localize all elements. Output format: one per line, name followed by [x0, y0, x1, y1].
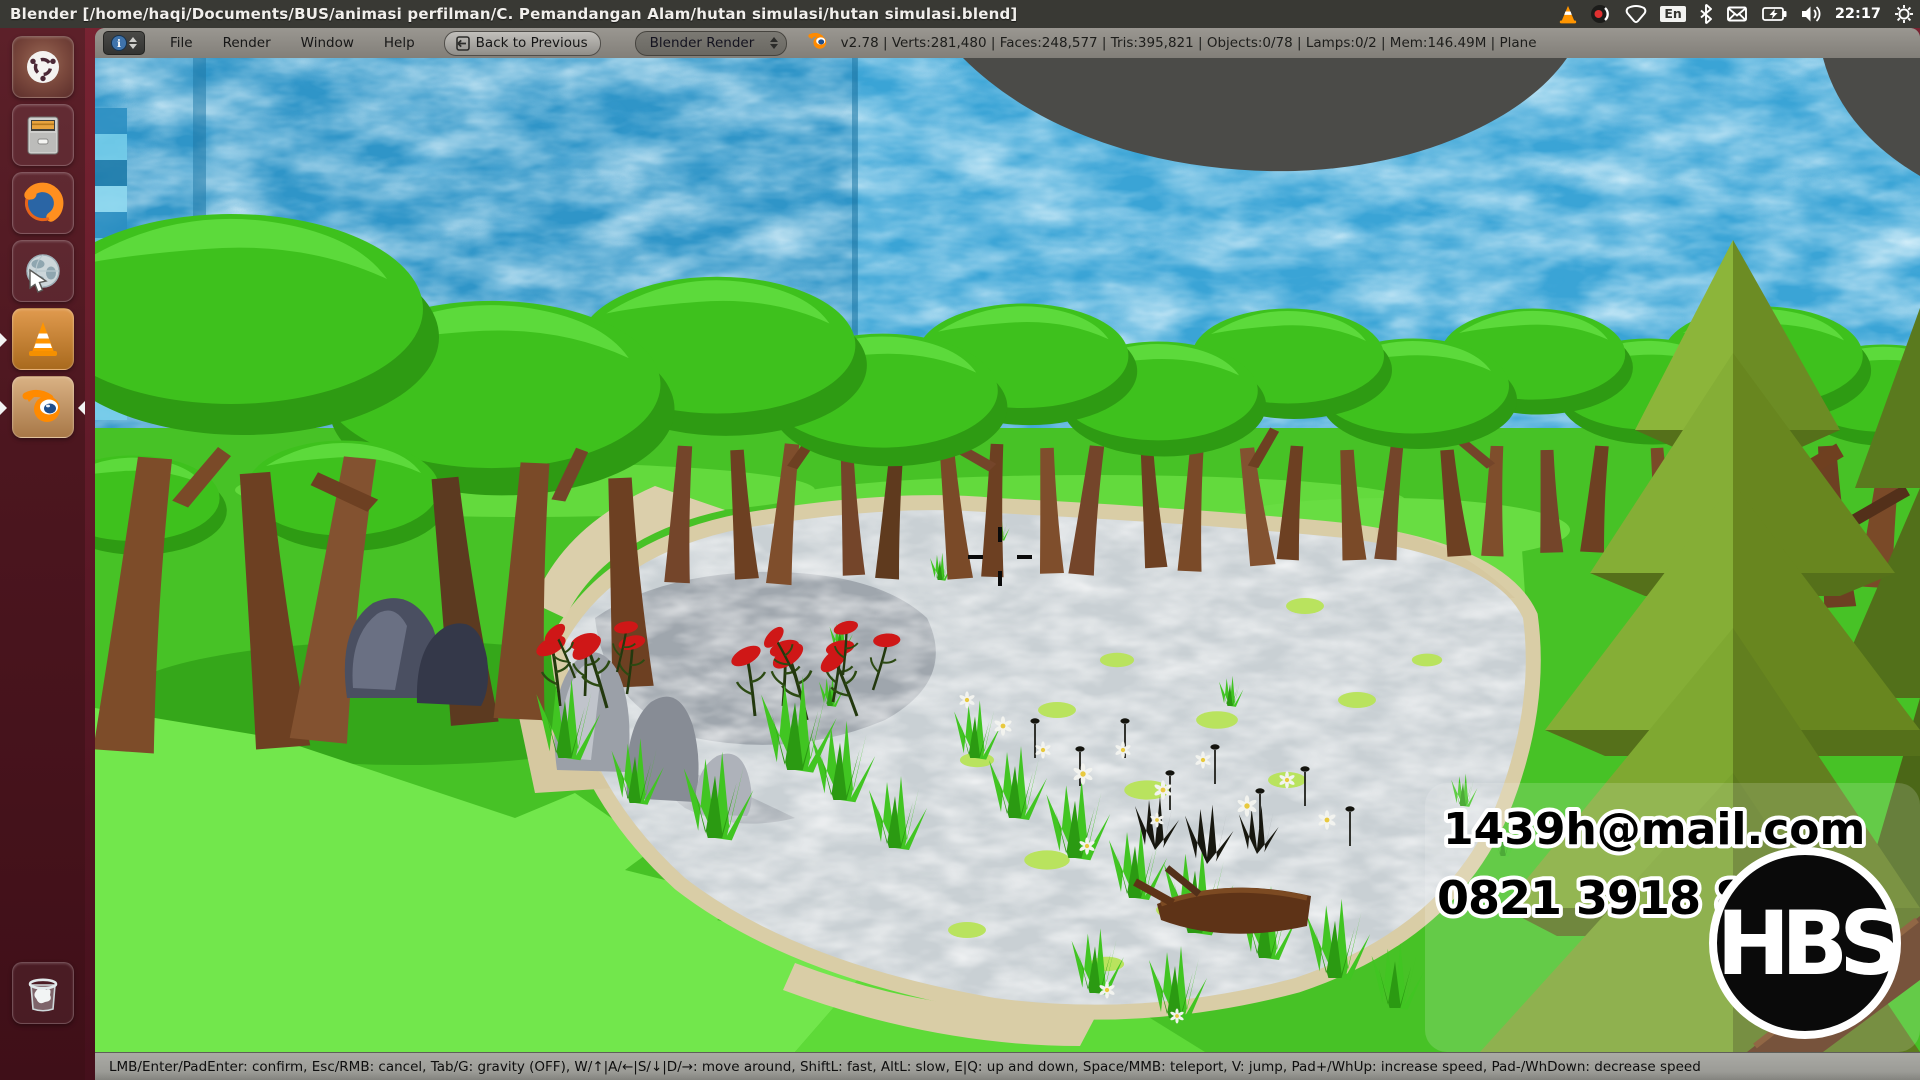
system-title-bar: Blender [/home/haqi/Documents/BUS/animas… — [0, 0, 1920, 28]
menu-window[interactable]: Window — [286, 28, 369, 58]
blender-logo-icon — [805, 30, 831, 56]
launcher-item-firefox[interactable] — [12, 172, 74, 234]
desktop: Blender [/home/haqi/Documents/BUS/animas… — [0, 0, 1920, 1080]
ubuntu-dash-icon — [27, 51, 59, 83]
back-to-previous-button[interactable]: Back to Previous — [443, 30, 601, 56]
vlc-cone-icon[interactable] — [1559, 4, 1577, 24]
launcher-item-remote-viewer[interactable] — [12, 240, 74, 302]
unity-launcher — [0, 28, 85, 1080]
menu-file[interactable]: File — [155, 28, 208, 58]
system-tray: En 22:17 — [1559, 0, 1914, 28]
vlc-icon — [29, 322, 57, 356]
mail-icon[interactable] — [1726, 4, 1748, 24]
running-pip — [0, 333, 7, 347]
back-button-label: Back to Previous — [475, 35, 588, 51]
viewport-3d[interactable]: 1439h@mail.com 0821 3918 8705 HBS — [95, 58, 1920, 1052]
walk-mode-help-text: LMB/Enter/PadEnter: confirm, Esc/RMB: ca… — [109, 1058, 1701, 1075]
clock-text[interactable]: 22:17 — [1835, 6, 1881, 22]
active-pip-right — [78, 401, 85, 415]
dropdown-arrows-icon — [769, 37, 778, 49]
render-engine-dropdown[interactable]: Blender Render — [634, 30, 787, 56]
render-engine-value: Blender Render — [649, 35, 755, 51]
editor-type-selector[interactable]: i — [103, 31, 145, 55]
blender-info-bar: i File Render Window Help Back to Previo… — [95, 28, 1920, 59]
volume-icon[interactable] — [1800, 4, 1822, 24]
launcher-item-blender[interactable] — [12, 376, 74, 438]
keyboard-layout-badge[interactable]: En — [1660, 6, 1686, 22]
bluetooth-icon[interactable] — [1699, 4, 1713, 24]
menu-render[interactable]: Render — [208, 28, 286, 58]
blender-window: i File Render Window Help Back to Previo… — [95, 28, 1920, 1080]
active-pip-left — [0, 401, 7, 415]
battery-icon[interactable] — [1761, 4, 1787, 24]
globe-cursor-icon — [26, 254, 60, 293]
blender-icon — [22, 389, 60, 422]
selector-arrows-icon — [129, 37, 137, 49]
settings-gear-icon[interactable] — [1894, 4, 1914, 24]
scene-stats: v2.78 | Verts:281,480 | Faces:248,577 | … — [840, 35, 1537, 51]
menu-help[interactable]: Help — [369, 28, 430, 58]
walk-mode-help-bar: LMB/Enter/PadEnter: confirm, Esc/RMB: ca… — [95, 1052, 1920, 1080]
launcher-item-trash[interactable] — [12, 962, 74, 1024]
info-icon: i — [111, 35, 127, 51]
watermark: 1439h@mail.com 0821 3918 8705 HBS — [1425, 783, 1920, 1052]
hbs-logo-text: HBS — [1716, 892, 1896, 995]
screen-recorder-icon[interactable] — [1590, 4, 1612, 24]
launcher-item-dash[interactable] — [12, 36, 74, 98]
window-title: Blender [/home/haqi/Documents/BUS/animas… — [10, 5, 1018, 23]
scene: 1439h@mail.com 0821 3918 8705 HBS — [95, 58, 1920, 1052]
launcher-item-files[interactable] — [12, 104, 74, 166]
scope-indicator-icon[interactable] — [1625, 4, 1647, 24]
firefox-icon — [24, 182, 64, 222]
file-manager-icon — [27, 116, 59, 155]
back-arrow-icon — [455, 35, 470, 51]
svg-text:i: i — [117, 38, 121, 50]
trash-icon — [28, 978, 58, 1012]
launcher-item-vlc[interactable] — [12, 308, 74, 370]
